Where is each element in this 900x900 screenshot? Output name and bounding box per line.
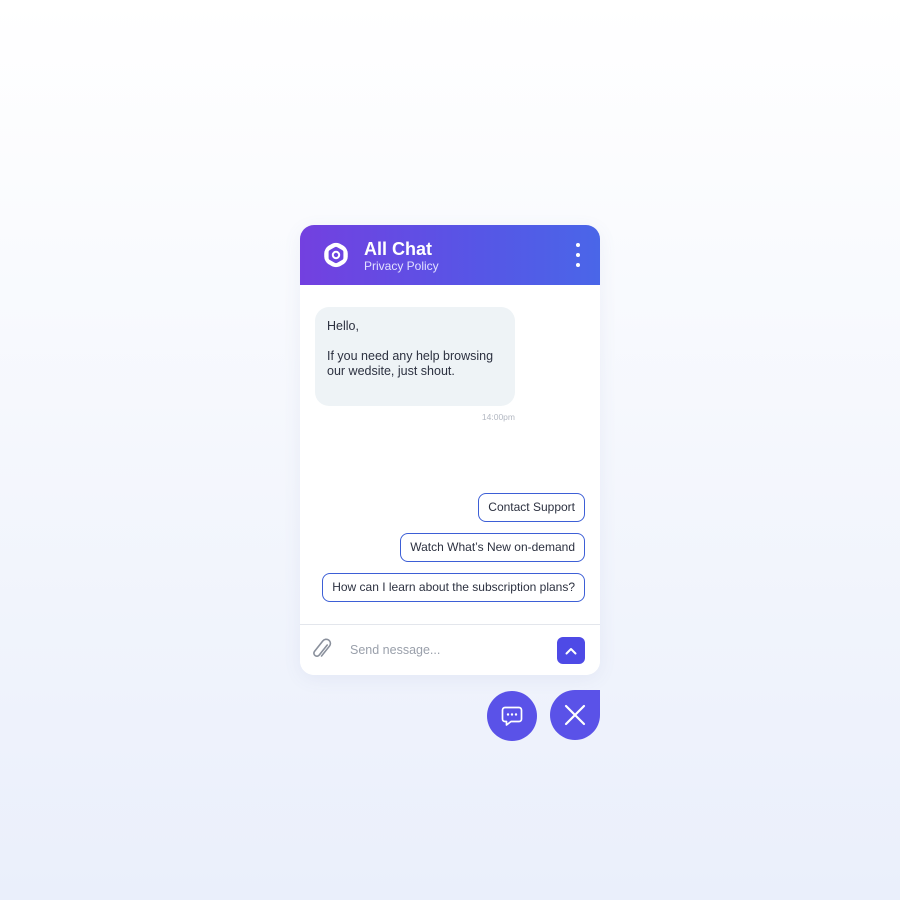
- suggestion-whats-new[interactable]: Watch What’s New on-demand: [400, 533, 585, 562]
- chevron-up-icon: [565, 648, 577, 655]
- paperclip-icon[interactable]: [313, 638, 333, 662]
- message-timestamp: 14:00pm: [481, 412, 515, 422]
- suggestion-subscription-plans[interactable]: How can I learn about the subscription p…: [322, 573, 585, 602]
- chat-header: All Chat Privacy Policy: [300, 225, 600, 285]
- close-chat-button[interactable]: [550, 690, 600, 740]
- bot-message-bubble: Hello, If you need any help browsing our…: [315, 307, 515, 406]
- open-chat-button[interactable]: [487, 691, 537, 741]
- chat-bubble-icon: [501, 706, 523, 726]
- more-options-icon[interactable]: [568, 241, 588, 269]
- message-input[interactable]: [348, 639, 542, 661]
- privacy-policy-link[interactable]: Privacy Policy: [364, 259, 439, 273]
- chat-title: All Chat: [364, 239, 433, 259]
- message-composer: [300, 624, 600, 675]
- openai-logo-icon: [324, 242, 348, 268]
- chat-widget: All Chat Privacy Policy Hello, If you ne…: [300, 225, 600, 675]
- send-button[interactable]: [557, 637, 585, 664]
- close-icon: [564, 704, 586, 726]
- message-greeting: Hello,: [327, 319, 359, 333]
- message-text: If you need any help browsing our wedsit…: [327, 349, 494, 378]
- suggestion-contact-support[interactable]: Contact Support: [478, 493, 585, 522]
